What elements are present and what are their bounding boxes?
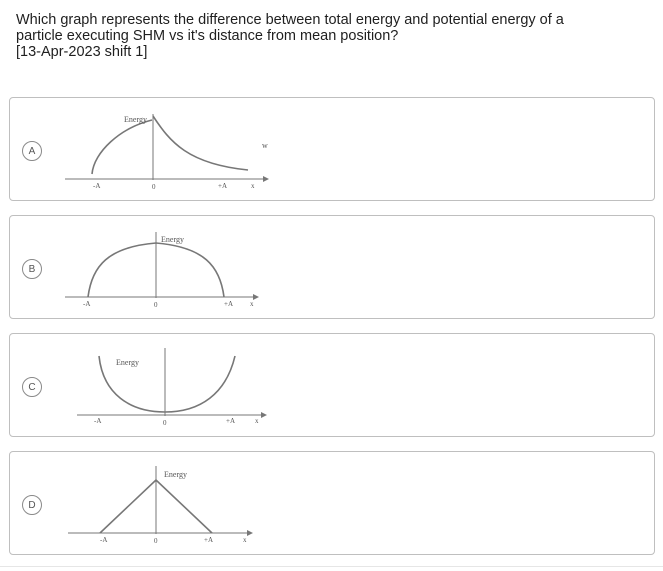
option-a[interactable]: A Energy -A 0 +A x w: [9, 97, 655, 201]
option-b[interactable]: B Energy -A 0 +A x: [9, 215, 655, 319]
option-d-graph: Energy -A 0 +A x: [68, 466, 253, 545]
question-line-2: particle executing SHM vs it's distance …: [16, 28, 399, 44]
option-b-tick-pos: +A: [224, 300, 233, 308]
option-a-ylabel: Energy: [124, 115, 147, 124]
page-divider: [0, 566, 663, 567]
option-a-axis-label: x: [251, 182, 255, 190]
option-c-graph: Energy -A 0 +A x: [77, 348, 267, 427]
option-d[interactable]: D Energy -A 0 +A x: [9, 451, 655, 555]
option-c[interactable]: C Energy -A 0 +A x: [9, 333, 655, 437]
option-b-axis-label: x: [250, 300, 254, 308]
option-b-tick-neg: -A: [83, 300, 90, 308]
option-c-tick-pos: +A: [226, 417, 235, 425]
option-c-tick-neg: -A: [94, 417, 101, 425]
option-b-ylabel: Energy: [161, 235, 184, 244]
option-d-tick-zero: 0: [154, 537, 158, 545]
question-text: Which graph represents the difference be…: [16, 12, 646, 60]
option-d-axis-label: x: [243, 536, 247, 544]
option-d-tick-pos: +A: [204, 536, 213, 544]
question-line-1: Which graph represents the difference be…: [16, 12, 564, 28]
option-c-ylabel: Energy: [116, 358, 139, 367]
option-a-extra-label: w: [262, 141, 268, 150]
option-a-tick-pos: +A: [218, 182, 227, 190]
option-d-tick-neg: -A: [100, 536, 107, 544]
option-a-tick-neg: -A: [93, 182, 100, 190]
question-source: [13-Apr-2023 shift 1]: [16, 44, 148, 60]
option-a-tick-zero: 0: [152, 183, 156, 191]
option-c-axis-label: x: [255, 417, 259, 425]
option-b-tick-zero: 0: [154, 301, 158, 309]
option-a-graph: Energy -A 0 +A x w: [65, 114, 269, 191]
option-d-ylabel: Energy: [164, 470, 187, 479]
option-c-tick-zero: 0: [163, 419, 167, 427]
option-b-graph: Energy -A 0 +A x: [65, 232, 259, 309]
